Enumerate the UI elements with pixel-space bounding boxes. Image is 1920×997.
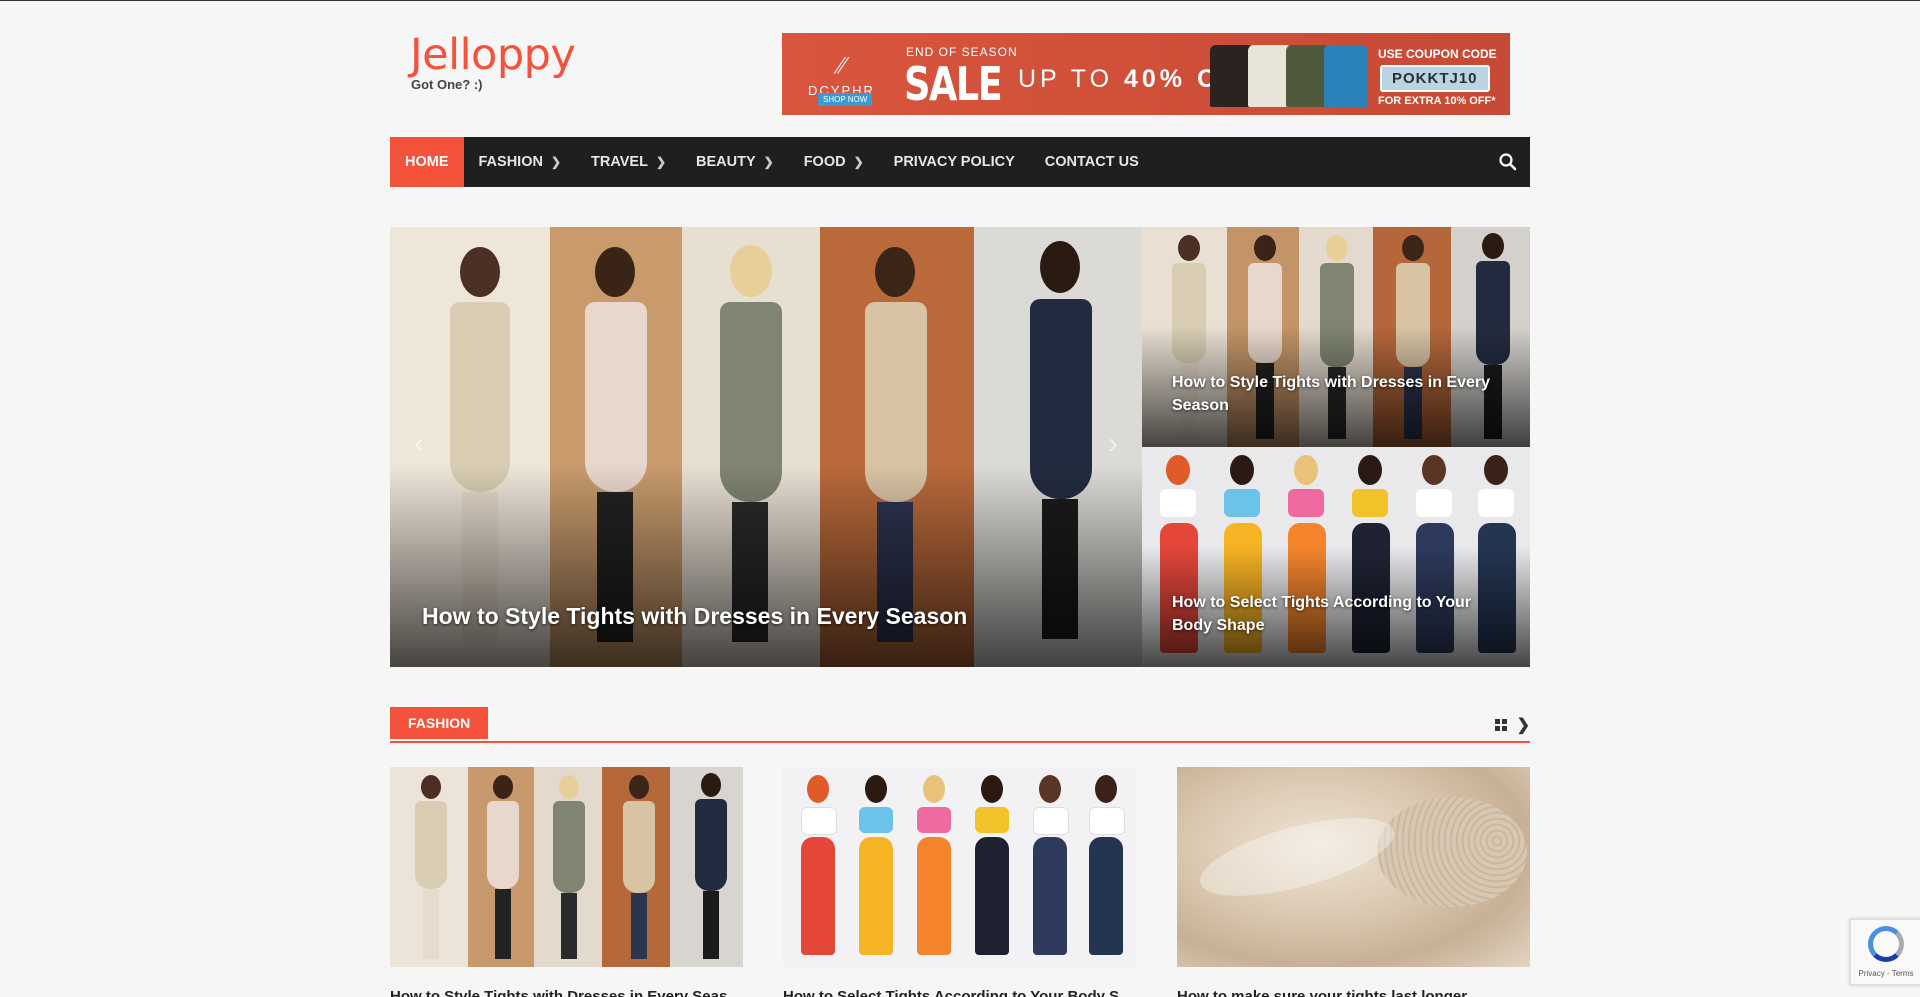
nav-item-travel[interactable]: TRAVEL ❯ <box>576 137 681 187</box>
hero-gradient-overlay <box>390 464 1142 667</box>
post-card-title[interactable]: How to make sure your tights last longer <box>1177 985 1530 997</box>
section-label-fashion[interactable]: FASHION <box>390 707 489 739</box>
section-controls: ❯ <box>1494 715 1530 735</box>
nav-item-beauty[interactable]: BEAUTY ❯ <box>681 137 789 187</box>
model-figure <box>480 767 526 967</box>
hero-main-post[interactable]: ‹ › How to Style Tights with Dresses in … <box>390 227 1142 667</box>
nav-item-contact-us[interactable]: CONTACT US <box>1030 137 1154 187</box>
nav-item-food[interactable]: FOOD ❯ <box>789 137 879 187</box>
nav-label: BEAUTY <box>696 154 756 170</box>
recaptcha-badge[interactable]: Privacy - Terms <box>1850 919 1920 985</box>
post-card-title[interactable]: How to Style Tights with Dresses in Ever… <box>390 985 743 997</box>
illustration-figure <box>907 767 961 967</box>
ad-coupon-label: USE COUPON CODE <box>1378 47 1497 61</box>
ad-coupon-code: POKKTJ10 <box>1380 65 1490 92</box>
model-figure <box>408 767 454 967</box>
nav-label: PRIVACY POLICY <box>893 154 1015 170</box>
model-figure <box>688 767 734 967</box>
hero-side-post-top[interactable]: How to Style Tights with Dresses in Ever… <box>1142 227 1530 447</box>
hero-main-title[interactable]: How to Style Tights with Dresses in Ever… <box>422 603 1102 630</box>
illustration-figure <box>1023 767 1077 967</box>
post-card-image[interactable] <box>783 767 1136 967</box>
site-logo[interactable]: Jelloppy Got One? :) <box>410 29 576 92</box>
post-card-image[interactable] <box>1177 767 1530 967</box>
nav-label: CONTACT US <box>1044 154 1139 170</box>
chevron-right-icon: ❯ <box>853 155 864 169</box>
model-figure <box>546 767 592 967</box>
nav-label: HOME <box>405 154 449 170</box>
ad-banner[interactable]: ⫽ DCYPHR SHOP NOW END OF SEASON SALE UP … <box>782 33 1510 115</box>
fabric-fold-image <box>1192 802 1402 912</box>
chevron-right-icon: ❯ <box>763 155 774 169</box>
section-header-fashion: FASHION ❯ <box>390 707 1530 743</box>
recaptcha-icon <box>1868 926 1904 962</box>
chevron-right-icon: ❯ <box>655 155 667 169</box>
illustration-figure <box>965 767 1019 967</box>
nav-item-fashion[interactable]: FASHION ❯ <box>464 137 577 187</box>
nav-item-privacy-policy[interactable]: PRIVACY POLICY <box>879 137 1030 187</box>
grid-view-icon[interactable] <box>1494 719 1507 731</box>
tshirt-image <box>1324 45 1368 107</box>
nav-label: FASHION <box>478 154 543 170</box>
main-nav: HOME FASHION ❯ TRAVEL ❯ BEAUTY ❯ FOOD ❯ PRIV… <box>390 137 1530 187</box>
ad-brand: ⫽ DCYPHR <box>808 53 875 98</box>
post-card-image[interactable] <box>390 767 743 967</box>
ad-up-to: UP TO <box>1018 65 1114 93</box>
search-icon[interactable] <box>1498 152 1518 172</box>
recaptcha-links[interactable]: Privacy - Terms <box>1851 969 1920 978</box>
brand-logo-icon: ⫽ <box>832 53 852 78</box>
hero-side-bottom-title[interactable]: How to Select Tights According to Your B… <box>1172 591 1512 637</box>
model-figure <box>616 767 662 967</box>
slider-next-arrow-icon[interactable]: › <box>1108 427 1118 461</box>
nav-item-home[interactable]: HOME <box>390 137 464 187</box>
ad-extra-text: FOR EXTRA 10% OFF* <box>1378 95 1496 107</box>
fabric-roll-image <box>1377 797 1527 907</box>
post-card-title[interactable]: How to Select Tights According to Your B… <box>783 985 1136 997</box>
hero-side-top-title[interactable]: How to Style Tights with Dresses in Ever… <box>1172 371 1512 417</box>
nav-label: TRAVEL <box>591 154 648 170</box>
hero-side-post-bottom[interactable]: How to Select Tights According to Your B… <box>1142 447 1530 667</box>
illustration-figure <box>849 767 903 967</box>
chevron-right-icon: ❯ <box>550 155 562 169</box>
ad-tshirts-image <box>1210 39 1370 113</box>
chevron-right-icon[interactable]: ❯ <box>1517 715 1530 735</box>
site-title[interactable]: Jelloppy <box>410 29 576 81</box>
ad-shop-now-button[interactable]: SHOP NOW <box>818 93 873 106</box>
ad-sale-text: SALE <box>904 57 1003 111</box>
slider-prev-arrow-icon[interactable]: ‹ <box>414 427 424 461</box>
illustration-figure <box>791 767 845 967</box>
illustration-figure <box>1079 767 1133 967</box>
nav-label: FOOD <box>803 154 846 170</box>
